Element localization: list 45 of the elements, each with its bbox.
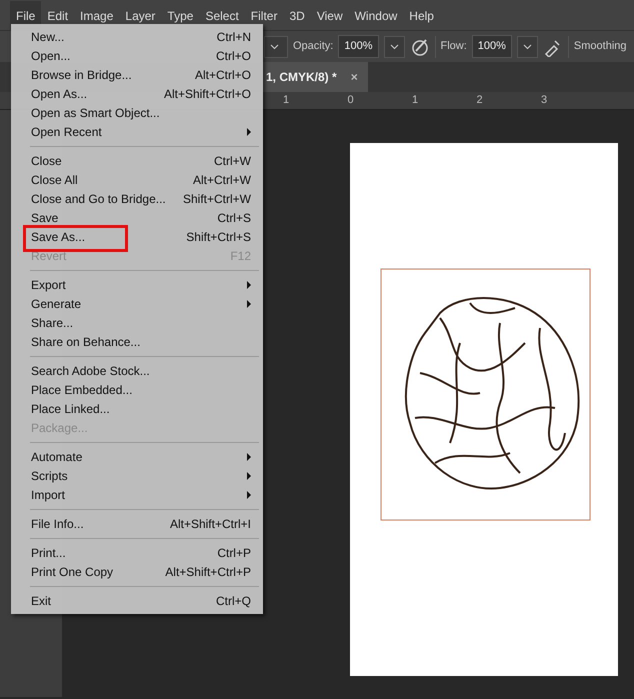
- ruler-number: 0: [348, 93, 355, 108]
- menu-item[interactable]: Browse in Bridge... Alt+Ctrl+O: [11, 65, 263, 84]
- ruler-number: 3: [541, 93, 548, 108]
- menu-item[interactable]: Scripts: [11, 466, 263, 485]
- menu-item[interactable]: Close All Alt+Ctrl+W: [11, 170, 263, 189]
- menu-item[interactable]: Search Adobe Stock...: [11, 361, 263, 380]
- menu-item[interactable]: New... Ctrl+N: [11, 27, 263, 46]
- menu-item[interactable]: Save Ctrl+S: [11, 208, 263, 227]
- menu-item[interactable]: Open... Ctrl+O: [11, 46, 263, 65]
- menu-item[interactable]: Share on Behance...: [11, 332, 263, 351]
- ruler-number: 1: [283, 93, 290, 108]
- brush-pressure-icon[interactable]: [410, 36, 430, 56]
- menu-bar-item[interactable]: Help: [403, 0, 440, 30]
- menu-item[interactable]: File Info... Alt+Shift+Ctrl+I: [11, 514, 263, 533]
- menu-item[interactable]: Close Ctrl+W: [11, 151, 263, 170]
- menu-item[interactable]: Share...: [11, 313, 263, 332]
- menu-item[interactable]: Export: [11, 275, 263, 294]
- menu-item[interactable]: Open Recent: [11, 122, 263, 141]
- caret-icon[interactable]: [516, 36, 538, 58]
- menu-item[interactable]: Automate: [11, 447, 263, 466]
- menu-item[interactable]: Place Embedded...: [11, 380, 263, 399]
- flow-label: Flow:: [440, 39, 467, 54]
- menu-bar-item[interactable]: View: [310, 0, 349, 30]
- close-tab-button[interactable]: ×: [350, 68, 358, 86]
- menu-item[interactable]: Open As... Alt+Shift+Ctrl+O: [11, 84, 263, 103]
- smoothing-label: Smoothing: [574, 39, 627, 54]
- opacity-field[interactable]: 100%: [338, 35, 378, 58]
- menu-item[interactable]: Exit Ctrl+Q: [11, 591, 263, 610]
- menu-bar-item[interactable]: Window: [348, 0, 404, 30]
- flow-field[interactable]: 100%: [472, 35, 512, 58]
- ruler-number: 1: [412, 93, 420, 108]
- caret-icon[interactable]: [384, 36, 404, 58]
- opacity-label: Opacity:: [293, 39, 334, 54]
- menu-item[interactable]: Generate: [11, 294, 263, 313]
- menu-item[interactable]: Save As... Shift+Ctrl+S: [11, 227, 263, 246]
- menu-bar-item[interactable]: 3D: [283, 0, 311, 30]
- menu-item[interactable]: Print One Copy Alt+Shift+Ctrl+P: [11, 562, 263, 581]
- menu-item[interactable]: Print... Ctrl+P: [11, 543, 263, 562]
- dropdown-caret-icon[interactable]: [264, 36, 288, 58]
- menu-item[interactable]: Open as Smart Object...: [11, 103, 263, 122]
- menu-item[interactable]: Import: [11, 485, 263, 504]
- menu-item[interactable]: Close and Go to Bridge... Shift+Ctrl+W: [11, 189, 263, 208]
- menu-item[interactable]: Place Linked...: [11, 399, 263, 418]
- ruler-number: 2: [476, 93, 484, 108]
- document-tab[interactable]: 1, CMYK/8) *: [266, 68, 337, 86]
